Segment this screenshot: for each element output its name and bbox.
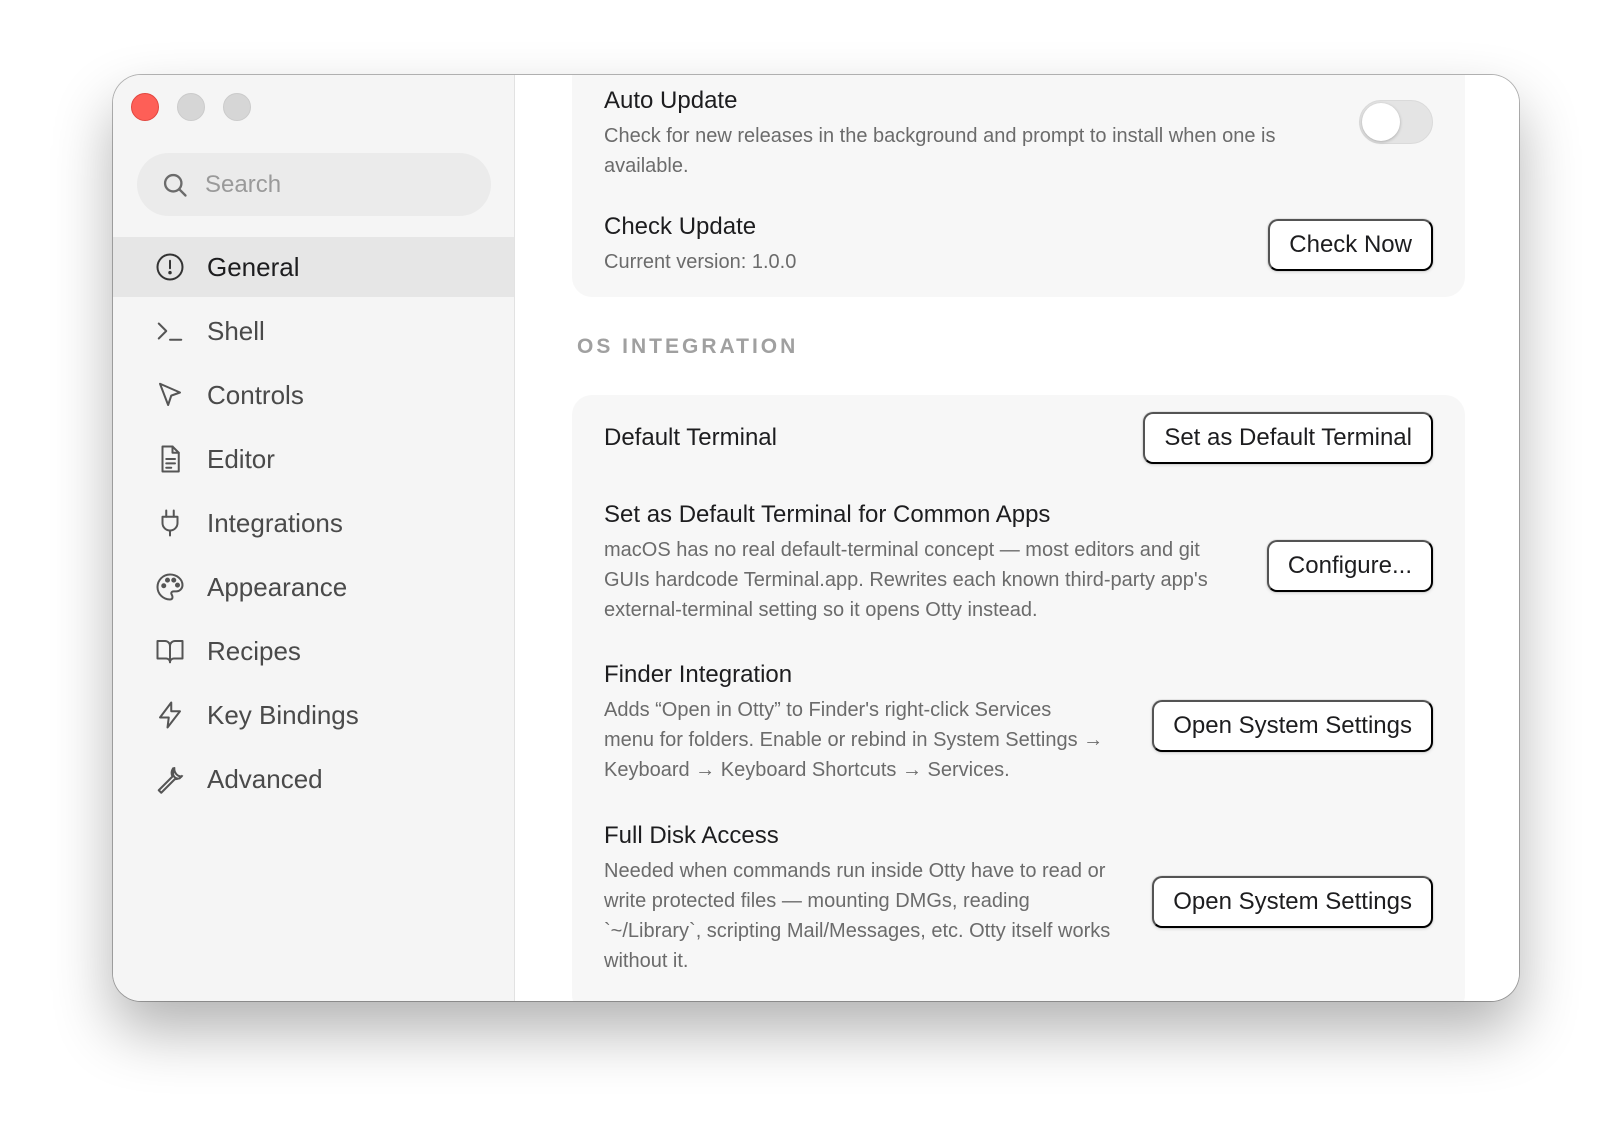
common-apps-description: macOS has no real default-terminal conce… (604, 539, 1208, 621)
sidebar-item-label: General (207, 251, 300, 282)
default-terminal-row: Default Terminal Set as Default Terminal (604, 412, 1433, 464)
full-disk-open-system-settings-button[interactable]: Open System Settings (1152, 876, 1433, 928)
close-window-button[interactable] (131, 93, 159, 121)
updates-card: Auto Update Check for new releases in th… (572, 75, 1465, 297)
search-placeholder: Search (205, 170, 282, 198)
finder-integration-title: Finder Integration (604, 661, 793, 688)
search-field[interactable]: Search (137, 153, 491, 216)
common-apps-title: Set as Default Terminal for Common Apps (604, 501, 1051, 528)
minimize-window-button[interactable] (177, 93, 205, 121)
zoom-window-button[interactable] (223, 93, 251, 121)
settings-content: Auto Update Check for new releases in th… (515, 75, 1519, 1001)
document-icon (161, 445, 180, 473)
sidebar-item-recipes[interactable]: Recipes (113, 621, 514, 681)
sidebar-item-appearance[interactable]: Appearance (113, 557, 514, 617)
book-icon (156, 640, 184, 664)
terminal-prompt-icon (157, 322, 183, 341)
check-now-button[interactable]: Check Now (1268, 219, 1433, 271)
auto-update-row: Auto Update Check for new releases in th… (604, 87, 1433, 187)
sidebar-item-controls[interactable]: Controls (113, 365, 514, 425)
lightning-icon (159, 701, 181, 729)
toggle-knob (1362, 103, 1400, 141)
wrench-icon (157, 767, 184, 794)
full-disk-access-row: Full Disk Access Needed when commands ru… (604, 822, 1433, 982)
sidebar-item-advanced[interactable]: Advanced (113, 749, 514, 809)
finder-open-system-settings-button[interactable]: Open System Settings (1152, 700, 1433, 752)
set-default-terminal-button[interactable]: Set as Default Terminal (1143, 412, 1433, 464)
auto-update-description: Check for new releases in the background… (604, 125, 1276, 177)
check-update-row: Check Update Current version: 1.0.0 Chec… (604, 213, 1433, 277)
settings-window: Search General Shell Controls Editor Int… (113, 75, 1519, 1001)
sidebar-item-label: Advanced (207, 763, 323, 794)
sidebar-item-label: Key Bindings (207, 699, 359, 730)
os-integration-card: Default Terminal Set as Default Terminal… (572, 395, 1465, 1001)
sidebar-item-label: Appearance (207, 571, 348, 602)
full-disk-access-description: Needed when commands run inside Otty hav… (604, 860, 1111, 972)
sidebar-nav: General Shell Controls Editor Integratio… (113, 237, 514, 813)
full-disk-access-title: Full Disk Access (604, 822, 779, 849)
sidebar: Search General Shell Controls Editor Int… (113, 75, 515, 1001)
sidebar-item-label: Integrations (207, 507, 343, 538)
section-title-os-integration: OS INTEGRATION (577, 335, 799, 358)
finder-integration-row: Finder Integration Adds “Open in Otty” t… (604, 661, 1433, 786)
sidebar-item-label: Recipes (207, 635, 301, 666)
sidebar-item-integrations[interactable]: Integrations (113, 493, 514, 553)
search-icon (163, 173, 187, 197)
window-controls (131, 93, 251, 121)
sidebar-item-key-bindings[interactable]: Key Bindings (113, 685, 514, 745)
plug-icon (161, 509, 179, 537)
sidebar-item-label: Editor (207, 443, 275, 474)
finder-integration-description: Adds “Open in Otty” to Finder's right-cl… (604, 699, 1104, 781)
sidebar-item-label: Shell (207, 315, 265, 346)
sidebar-item-editor[interactable]: Editor (113, 429, 514, 489)
auto-update-toggle[interactable] (1359, 100, 1433, 144)
info-circle-icon (156, 253, 184, 281)
common-apps-row: Set as Default Terminal for Common Apps … (604, 501, 1433, 626)
palette-icon (156, 573, 184, 601)
sidebar-item-shell[interactable]: Shell (113, 301, 514, 361)
configure-button[interactable]: Configure... (1266, 540, 1433, 592)
auto-update-title: Auto Update (604, 87, 738, 114)
pointer-arrow-icon (159, 382, 181, 406)
sidebar-item-general[interactable]: General (113, 237, 514, 297)
sidebar-item-label: Controls (207, 379, 304, 410)
